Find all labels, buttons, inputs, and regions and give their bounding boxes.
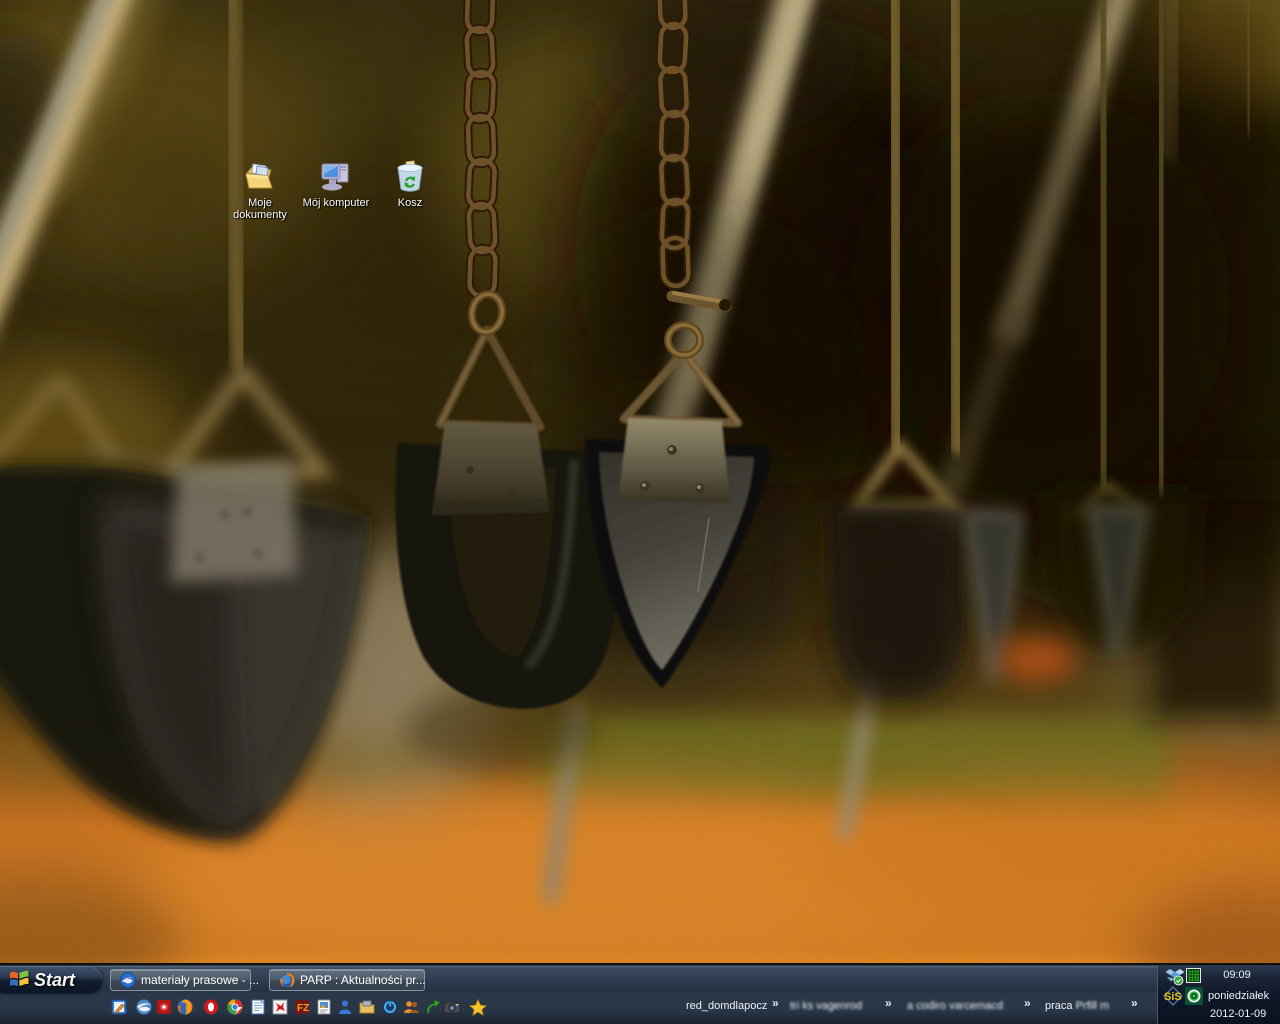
svg-text:SiS: SiS	[1164, 991, 1182, 1003]
svg-text:FZ: FZ	[297, 1003, 309, 1014]
